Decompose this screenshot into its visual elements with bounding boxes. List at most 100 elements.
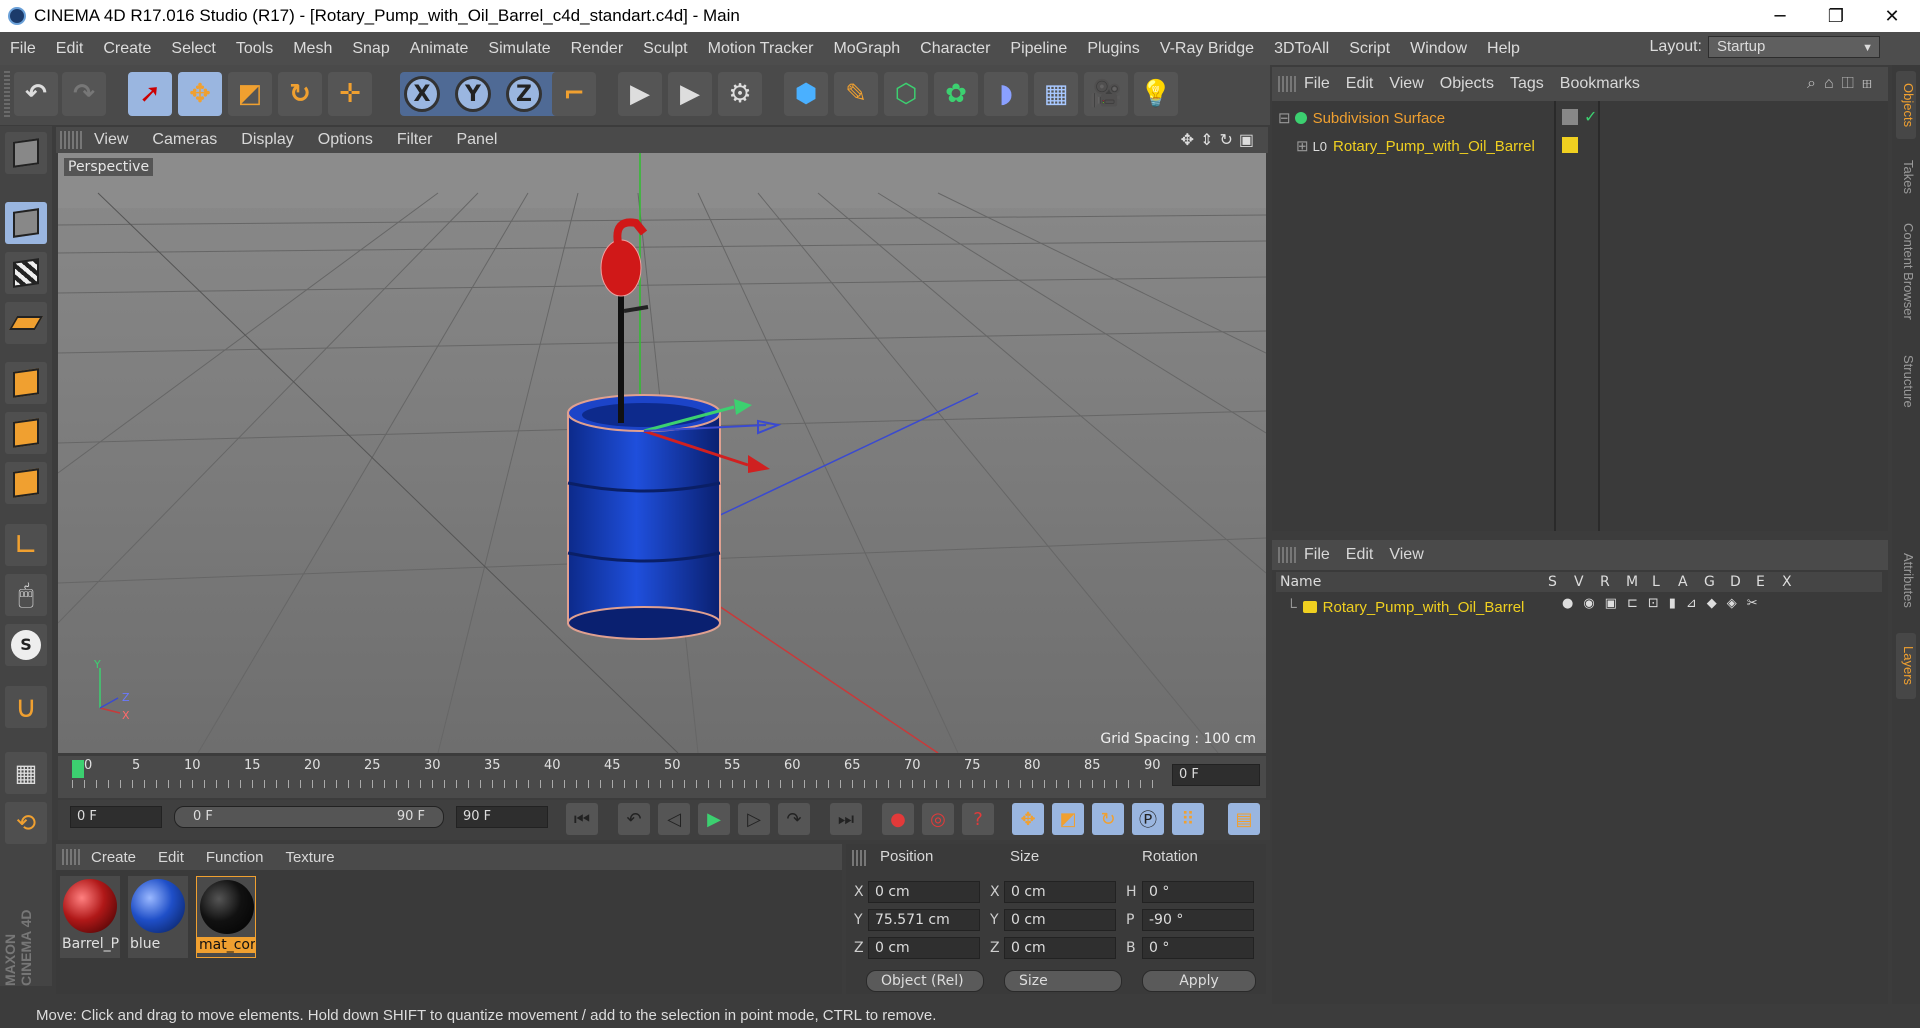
column-g[interactable]: G <box>1704 574 1730 590</box>
redo-icon[interactable]: ↷ <box>62 72 106 116</box>
menu-pipeline[interactable]: Pipeline <box>1000 40 1077 58</box>
keyframe-selection-icon[interactable]: ? <box>962 803 994 835</box>
render-view-icon[interactable]: ▶ <box>618 72 662 116</box>
y-axis-lock-button[interactable]: Y <box>455 76 491 112</box>
column-l[interactable]: L <box>1652 574 1678 590</box>
om-menu-view[interactable]: View <box>1381 75 1431 93</box>
column-v[interactable]: V <box>1574 574 1600 590</box>
pen-spline-icon[interactable]: ✎ <box>834 72 878 116</box>
render-settings-icon[interactable]: ⚙ <box>718 72 762 116</box>
material-menu-edit[interactable]: Edit <box>147 849 195 866</box>
menu-animate[interactable]: Animate <box>400 40 479 58</box>
viewport-menu-filter[interactable]: Filter <box>385 131 445 149</box>
rotation-h-field[interactable]: 0 ° <box>1142 881 1254 903</box>
move-tool-icon[interactable]: ✥ <box>178 72 222 116</box>
coordinate-mode-dropdown[interactable]: Object (Rel) <box>866 970 984 992</box>
menu-file[interactable]: File <box>0 40 46 58</box>
om-toolbar-icons[interactable]: ⌕⌂◫⊞ <box>1807 75 1880 93</box>
layer-row[interactable]: └ Rotary_Pump_with_Oil_Barrel <box>1286 594 1524 620</box>
deformer-icon[interactable]: ◗ <box>984 72 1028 116</box>
lm-menu-edit[interactable]: Edit <box>1338 546 1382 564</box>
om-menu-edit[interactable]: Edit <box>1338 75 1382 93</box>
layer-manager-grip[interactable] <box>1278 547 1296 563</box>
lm-menu-file[interactable]: File <box>1296 546 1338 564</box>
layer-flag-icons[interactable]: ●◉▣⊏⊡▮⊿◆◈✂ <box>1562 596 1768 611</box>
timeline-ruler[interactable]: 0 5 10 15 20 25 30 35 40 45 50 55 60 65 … <box>58 756 1266 798</box>
tab-takes[interactable]: Takes <box>1896 149 1916 205</box>
viewport-menu-panel[interactable]: Panel <box>444 131 509 149</box>
tab-objects[interactable]: Objects <box>1896 71 1916 139</box>
menu-edit[interactable]: Edit <box>46 40 94 58</box>
menu-sculpt[interactable]: Sculpt <box>633 40 697 58</box>
polygons-mode-icon[interactable] <box>5 462 47 504</box>
next-key-icon[interactable]: ↷ <box>778 803 810 835</box>
material-grip[interactable] <box>62 849 80 865</box>
om-menu-tags[interactable]: Tags <box>1502 75 1552 93</box>
apply-button[interactable]: Apply <box>1142 970 1256 992</box>
tweak-mode-icon[interactable]: 🖱 <box>5 574 47 616</box>
rotation-b-field[interactable]: 0 ° <box>1142 937 1254 959</box>
timeline-window-icon[interactable]: ▤ <box>1228 803 1260 835</box>
viewport-nav-icons[interactable]: ✥⇕↻▣ <box>1181 130 1260 150</box>
transform-tool-icon[interactable]: ✛ <box>328 72 372 116</box>
key-parameter-icon[interactable]: Ⓟ <box>1132 803 1164 835</box>
current-frame-field[interactable]: 0 F <box>1172 764 1260 786</box>
menu-mograph[interactable]: MoGraph <box>823 40 910 58</box>
edit-mode-icon[interactable] <box>5 132 47 174</box>
object-manager-grip[interactable] <box>1278 76 1296 92</box>
material-mat-cor[interactable]: mat_cor <box>196 876 256 958</box>
texture-mode-icon[interactable] <box>5 252 47 294</box>
lm-menu-view[interactable]: View <box>1381 546 1431 564</box>
position-z-field[interactable]: 0 cm <box>868 937 980 959</box>
column-r[interactable]: R <box>1600 574 1626 590</box>
menu-simulate[interactable]: Simulate <box>478 40 560 58</box>
key-rotation-icon[interactable]: ↻ <box>1092 803 1124 835</box>
points-mode-icon[interactable] <box>5 362 47 404</box>
expand-icon[interactable]: ⊞ <box>1296 137 1309 155</box>
object-row-subdivision[interactable]: ⊟ Subdivision Surface <box>1278 105 1445 131</box>
tab-attributes[interactable]: Attributes <box>1896 535 1916 625</box>
previous-key-icon[interactable]: ↶ <box>618 803 650 835</box>
om-menu-bookmarks[interactable]: Bookmarks <box>1552 75 1648 93</box>
layout-dropdown[interactable]: Startup <box>1708 36 1880 58</box>
viewport-menu-options[interactable]: Options <box>306 131 385 149</box>
material-menu-texture[interactable]: Texture <box>274 849 345 866</box>
coordinate-system-icon[interactable]: ⌐ <box>552 72 596 116</box>
3d-viewport[interactable]: Y Z X Perspective Grid Spacing : 100 cm <box>58 153 1266 753</box>
column-x[interactable]: X <box>1782 574 1808 590</box>
cube-object-icon[interactable]: ⬢ <box>784 72 828 116</box>
render-picture-viewer-icon[interactable]: ▶ <box>668 72 712 116</box>
key-pla-icon[interactable]: ⠿ <box>1172 803 1204 835</box>
snap-magnet-icon[interactable]: ∪ <box>5 686 47 728</box>
viewport-menu-display[interactable]: Display <box>229 131 305 149</box>
om-menu-objects[interactable]: Objects <box>1432 75 1502 93</box>
material-barrel[interactable]: Barrel_P <box>60 876 120 958</box>
menu-tools[interactable]: Tools <box>226 40 283 58</box>
menu-3dtoall[interactable]: 3DToAll <box>1264 40 1339 58</box>
menu-script[interactable]: Script <box>1339 40 1400 58</box>
select-pointer-icon[interactable]: ➚ <box>128 72 172 116</box>
undo-icon[interactable]: ↶ <box>14 72 58 116</box>
menu-window[interactable]: Window <box>1400 40 1477 58</box>
column-name[interactable]: Name <box>1276 574 1548 590</box>
previous-frame-icon[interactable]: ◁ <box>658 803 690 835</box>
menu-render[interactable]: Render <box>561 40 633 58</box>
position-x-field[interactable]: 0 cm <box>868 881 980 903</box>
rotation-p-field[interactable]: -90 ° <box>1142 909 1254 931</box>
layer-toggle-icon[interactable] <box>1562 109 1578 125</box>
size-x-field[interactable]: 0 cm <box>1004 881 1116 903</box>
close-icon[interactable]: ✕ <box>1864 0 1920 32</box>
layer-color-swatch[interactable] <box>1562 137 1578 153</box>
cloner-icon[interactable]: ✿ <box>934 72 978 116</box>
viewport-menu-cameras[interactable]: Cameras <box>140 131 229 149</box>
size-mode-dropdown[interactable]: Size <box>1004 970 1122 992</box>
om-menu-file[interactable]: File <box>1296 75 1338 93</box>
column-d[interactable]: D <box>1730 574 1756 590</box>
next-frame-icon[interactable]: ▷ <box>738 803 770 835</box>
material-blue[interactable]: blue <box>128 876 188 958</box>
menu-create[interactable]: Create <box>93 40 161 58</box>
light-icon[interactable]: 💡 <box>1134 72 1178 116</box>
play-icon[interactable]: ▶ <box>698 803 730 835</box>
rotate-tool-icon[interactable]: ↻ <box>278 72 322 116</box>
workplane-lock-icon[interactable]: ▦ <box>5 752 47 794</box>
